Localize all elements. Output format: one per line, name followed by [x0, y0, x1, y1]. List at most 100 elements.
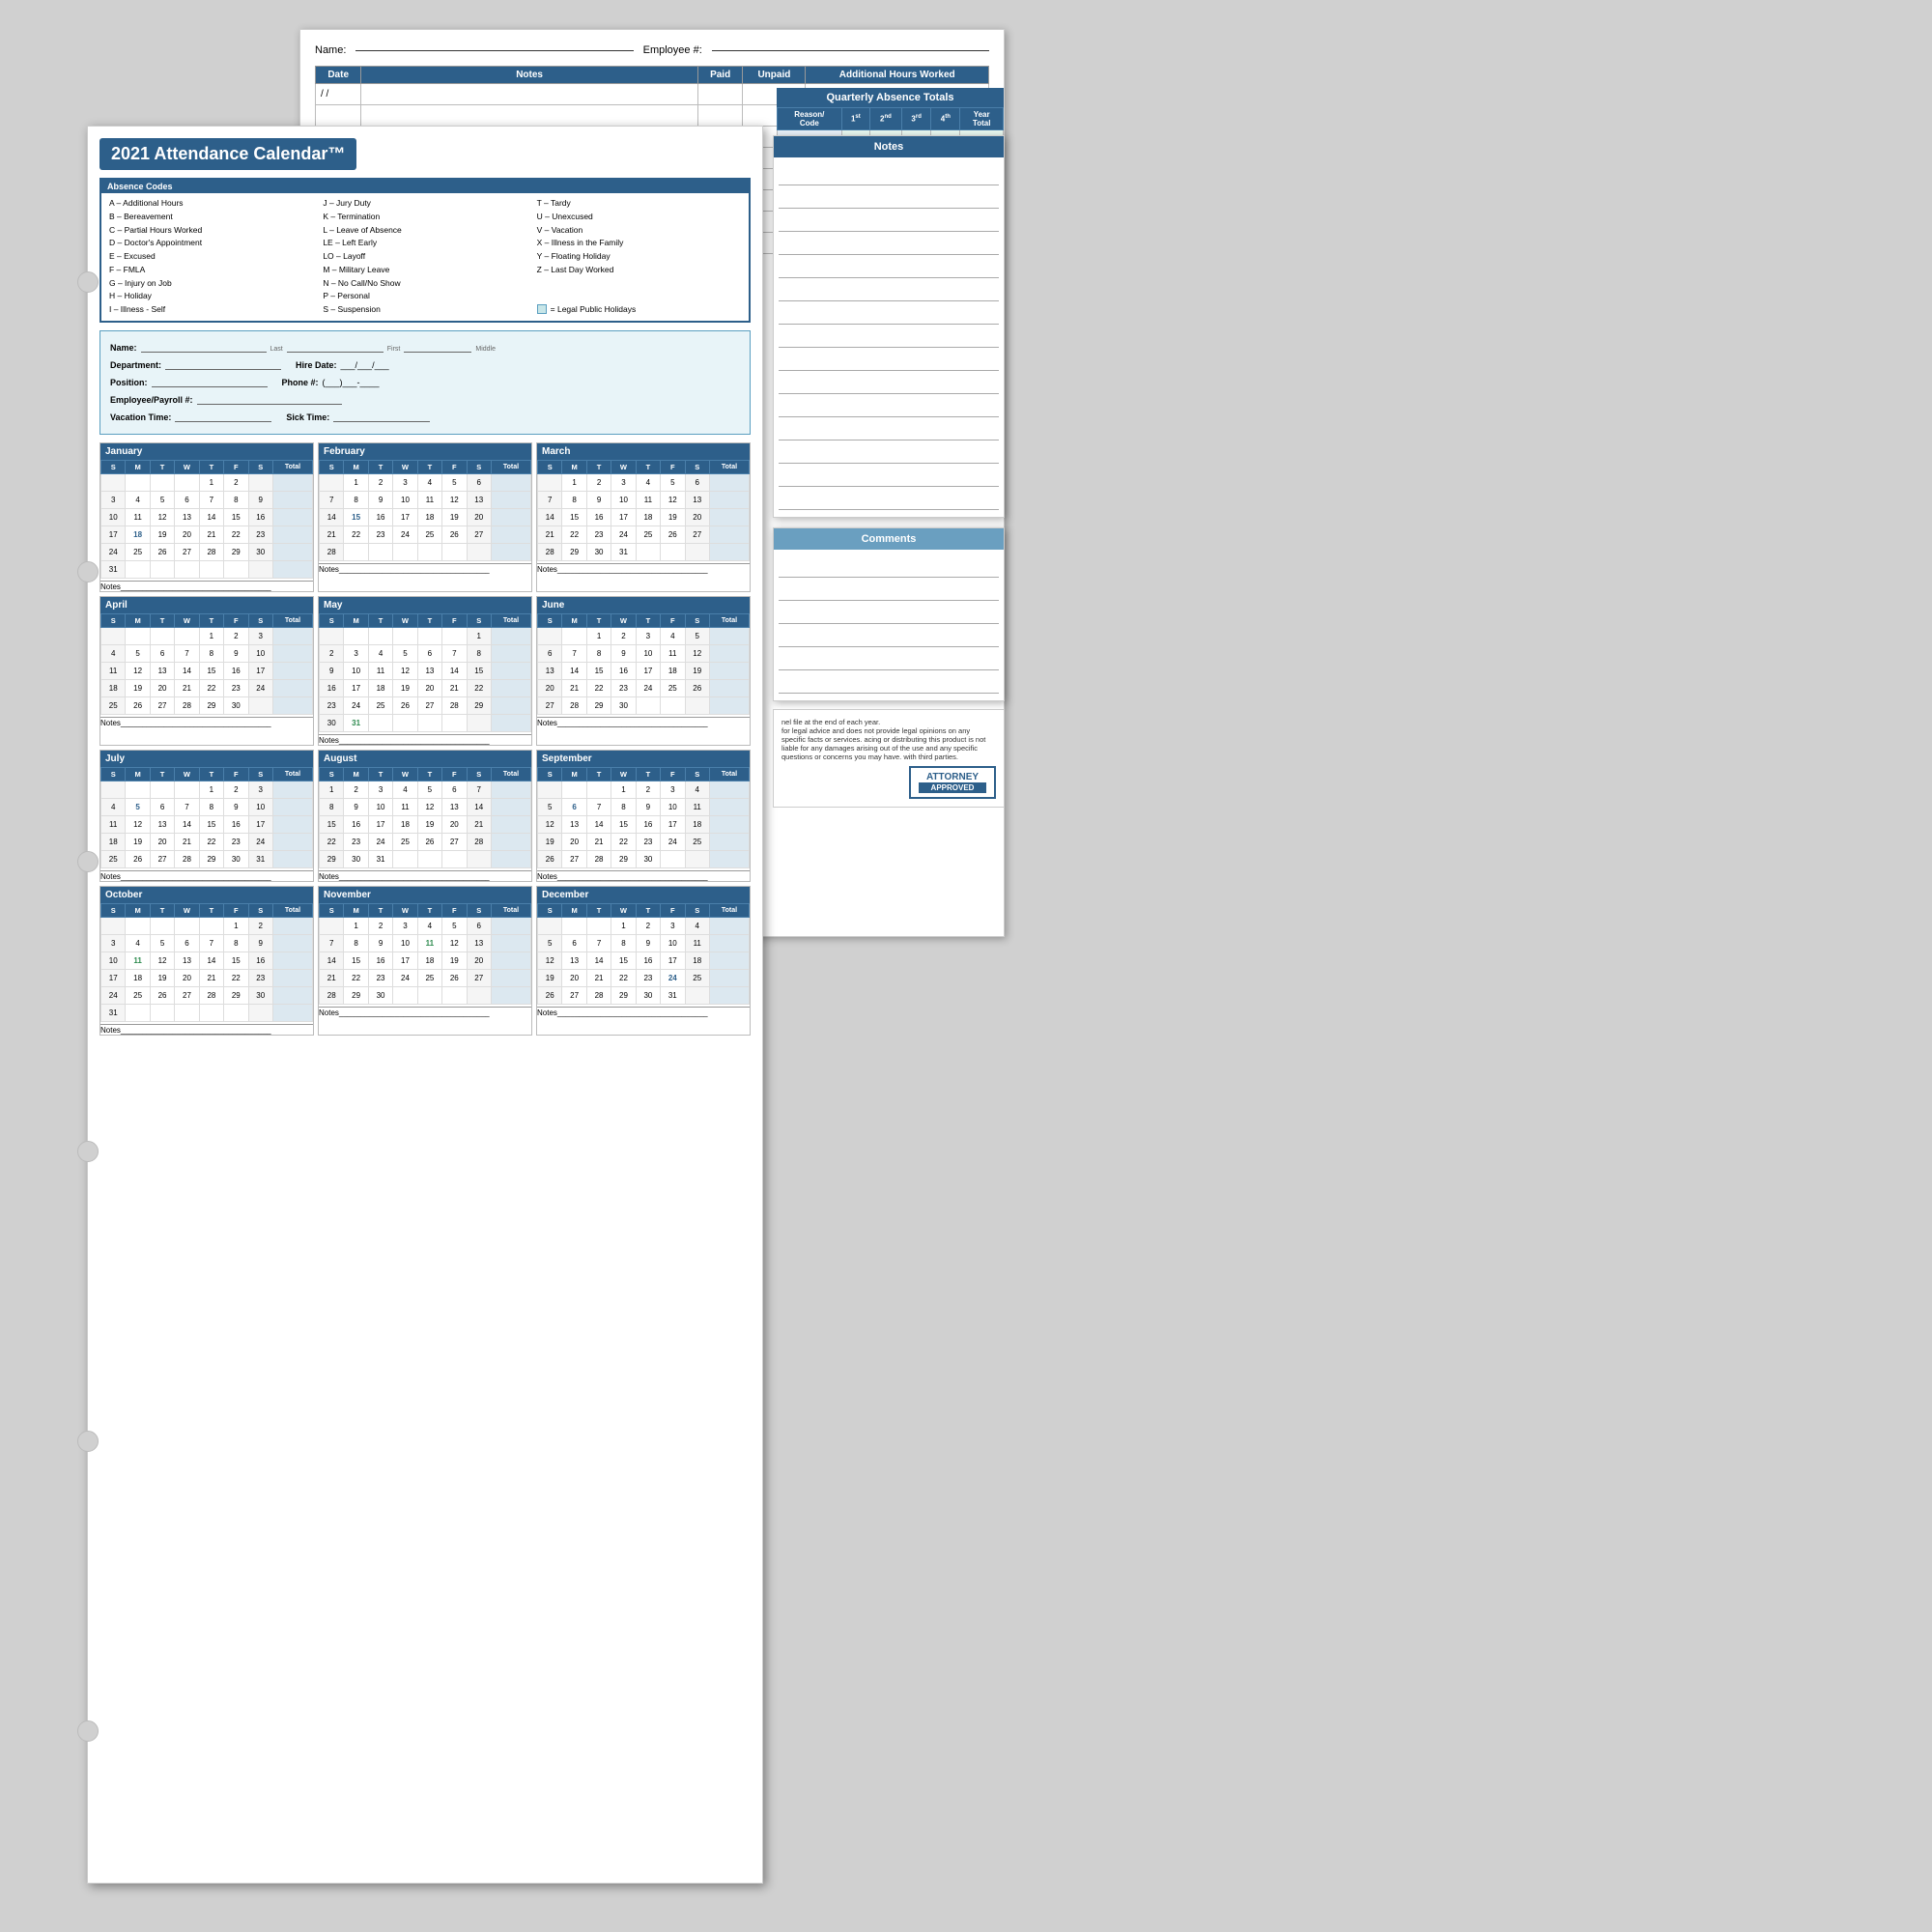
total-cell	[709, 473, 749, 491]
month-notes: Notes___________________________________	[100, 1024, 313, 1035]
calendar-day: 2	[224, 781, 248, 798]
calendar-day: 2	[586, 473, 611, 491]
day-header: T	[586, 903, 611, 917]
calendar-day: 27	[538, 696, 562, 714]
calendar-day	[467, 714, 491, 731]
calendar-day	[562, 781, 586, 798]
calendar-day: 22	[344, 969, 368, 986]
absence-code-item: H – Holiday	[109, 290, 313, 302]
calendar-day: 27	[150, 850, 174, 867]
calendar-day: 16	[636, 952, 660, 969]
calendar-day: 4	[417, 473, 441, 491]
calendar-day: 6	[175, 934, 199, 952]
calendar-day: 20	[685, 508, 709, 526]
table-row: 31	[101, 560, 313, 578]
total-cell	[709, 798, 749, 815]
calendar-day: 15	[344, 508, 368, 526]
note-line	[779, 442, 999, 464]
calendar-day	[175, 1004, 199, 1021]
table-row: 282930	[320, 986, 531, 1004]
absence-code-item: G – Injury on Job	[109, 277, 313, 290]
day-header: T	[417, 460, 441, 473]
calendar-day: 23	[611, 679, 636, 696]
calendar-day: 17	[636, 662, 660, 679]
calendar-day: 21	[175, 679, 199, 696]
calendar-day	[126, 917, 150, 934]
absence-code-item: M – Military Leave	[323, 264, 526, 276]
day-header: T	[417, 613, 441, 627]
calendar-day: 7	[586, 798, 611, 815]
calendar-day	[417, 850, 441, 867]
calendar-day: 13	[562, 952, 586, 969]
comment-line	[779, 556, 999, 578]
total-cell	[491, 714, 530, 731]
dept-label: Department:	[110, 360, 161, 370]
calendar-day: 13	[442, 798, 467, 815]
vacation-line	[175, 409, 271, 422]
day-header: F	[224, 613, 248, 627]
calendar-day: 29	[611, 986, 636, 1004]
day-header: T	[368, 613, 392, 627]
table-row: 12131415161718	[538, 815, 750, 833]
total-cell	[709, 833, 749, 850]
calendar-day: 6	[562, 934, 586, 952]
note-line	[779, 280, 999, 301]
calendar-day: 6	[150, 644, 174, 662]
calendar-day: 11	[685, 798, 709, 815]
day-header: F	[224, 903, 248, 917]
day-header: T	[199, 767, 223, 781]
total-cell	[272, 627, 312, 644]
calendar-day: 25	[417, 969, 441, 986]
table-row: 123456	[320, 917, 531, 934]
table-row: 123456	[320, 473, 531, 491]
calendar-day: 28	[467, 833, 491, 850]
comment-line	[779, 580, 999, 601]
calendar-day: 18	[685, 952, 709, 969]
absence-codes-title: Absence Codes	[101, 180, 749, 193]
day-header: Total	[272, 460, 312, 473]
calendar-day: 25	[101, 696, 126, 714]
day-header: Total	[709, 613, 749, 627]
calendar-day: 23	[586, 526, 611, 543]
calendar-day: 19	[393, 679, 417, 696]
calendar-day: 30	[368, 986, 392, 1004]
table-row: 3456789	[101, 934, 313, 952]
calendar-day: 28	[586, 850, 611, 867]
calendar-day: 30	[586, 543, 611, 560]
absence-code-item: Z – Last Day Worked	[537, 264, 741, 276]
day-header: M	[562, 613, 586, 627]
calendar-day: 18	[126, 526, 150, 543]
calendar-day: 3	[248, 781, 272, 798]
calendar-day: 21	[538, 526, 562, 543]
day-header: Total	[272, 903, 312, 917]
table-row: 891011121314	[320, 798, 531, 815]
hole-6	[77, 1720, 99, 1742]
month-header: January	[100, 443, 313, 460]
day-header: T	[150, 460, 174, 473]
calendar-day: 23	[368, 526, 392, 543]
total-cell	[272, 781, 312, 798]
calendar-day: 24	[636, 679, 660, 696]
calendar-day: 24	[368, 833, 392, 850]
total-cell	[709, 969, 749, 986]
table-row: 11121314151617	[101, 662, 313, 679]
calendar-day: 12	[417, 798, 441, 815]
calendar-day: 3	[101, 491, 126, 508]
day-header: M	[126, 613, 150, 627]
calendar-day	[586, 781, 611, 798]
col-notes: Notes	[361, 67, 698, 84]
calendar-day: 8	[562, 491, 586, 508]
calendar-day: 4	[101, 644, 126, 662]
calendar-day: 31	[248, 850, 272, 867]
absence-code-item: B – Bereavement	[109, 211, 313, 223]
phone-field: Phone #: (___)___-____	[282, 378, 380, 387]
back-name-label: Name:	[315, 44, 346, 56]
table-row: 25262728293031	[101, 850, 313, 867]
table-row: 12131415161718	[538, 952, 750, 969]
calendar-day: 8	[611, 934, 636, 952]
calendar-day: 17	[368, 815, 392, 833]
table-row: 45678910	[101, 644, 313, 662]
calendar-day: 13	[175, 952, 199, 969]
calendar-day	[126, 473, 150, 491]
day-header: Total	[491, 767, 530, 781]
